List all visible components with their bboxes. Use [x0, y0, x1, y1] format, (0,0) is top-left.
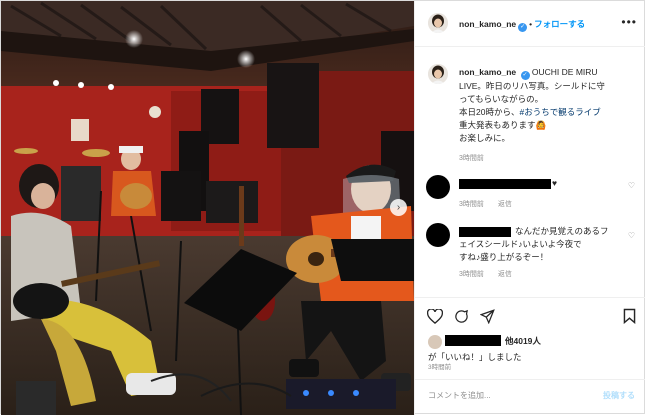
share-icon[interactable]	[477, 306, 497, 326]
comment-time: 3時間前	[459, 271, 484, 278]
caption-text: non_kamo_ne ✓ OUCHI DE MIRU LIVE。昨日のリハ写真…	[459, 66, 637, 145]
likes-count[interactable]: 他4019人	[505, 335, 541, 347]
comment-avatar[interactable]	[426, 175, 450, 199]
heart-icon[interactable]	[425, 306, 445, 326]
caption-line-5: 重大発表もあります	[459, 120, 536, 130]
emoji-icon: 🙆	[535, 120, 547, 130]
avatar[interactable]	[428, 13, 448, 33]
redacted-liker	[445, 335, 501, 346]
comment-box: コメントを追加... 投稿する	[415, 379, 645, 415]
comment-icon[interactable]	[451, 306, 471, 326]
caption-avatar-image	[428, 64, 448, 84]
hashtag-link[interactable]: #おうちで観るライブ	[519, 107, 600, 117]
liker-avatar[interactable]	[428, 335, 442, 349]
caption-line-1: OUCHI DE MIRU	[531, 67, 598, 77]
rehearsal-photo-illustration	[1, 1, 414, 415]
header-username[interactable]: non_kamo_ne	[459, 19, 516, 29]
comment-avatar[interactable]	[426, 223, 450, 247]
caption-username[interactable]: non_kamo_ne	[459, 67, 516, 77]
caption-line-4: 本日20時から、	[459, 107, 520, 117]
post-comment-button[interactable]: 投稿する	[603, 390, 635, 401]
post-header: non_kamo_ne ✓ • フォローする •••	[415, 1, 645, 47]
redacted-username	[459, 179, 551, 189]
post-side-panel: non_kamo_ne ✓ • フォローする ••• non_kamo_ne ✓ OU…	[414, 1, 645, 415]
header-line: non_kamo_ne ✓ • フォローする	[459, 18, 585, 32]
comment-line-1: なんだか見覚えのあるフ	[515, 226, 609, 236]
follow-button[interactable]: フォローする	[534, 19, 585, 29]
comment-text: ♥	[552, 178, 558, 188]
comment-text: なんだか見覚えのあるフ ェイスシールド♪いよいよ今夜で すね♪盛り上がるぞー！	[459, 225, 617, 264]
comment-row: なんだか見覚えのあるフ ェイスシールド♪いよいよ今夜で すね♪盛り上がるぞー！ …	[415, 219, 645, 297]
comment-meta: 3時間前 返信	[459, 199, 526, 209]
comment-input[interactable]: コメントを追加...	[428, 390, 491, 401]
instagram-post: › non_kamo_ne ✓ • フォローする ••• non_kamo_ne…	[0, 0, 645, 415]
caption-verified-icon: ✓	[520, 71, 530, 80]
post-time: 3時間前	[428, 364, 452, 371]
verified-badge-icon: ✓	[518, 23, 528, 32]
comment-line-3: すね♪盛り上がるぞー！	[459, 252, 549, 262]
caption-line-6: お楽しみに。	[459, 133, 511, 143]
caption-line-2: LIVE。昨日のリハ写真。シールドに守	[459, 81, 605, 91]
caption-avatar[interactable]	[428, 64, 448, 84]
comment-line-2: ェイスシールド♪いよいよ今夜で	[459, 239, 582, 249]
reply-button[interactable]: 返信	[498, 201, 512, 208]
comment-like-heart-icon[interactable]: ♡	[628, 181, 635, 190]
comment-like-heart-icon[interactable]: ♡	[628, 231, 635, 240]
comment-meta: 3時間前 返信	[459, 269, 526, 279]
header-separator: •	[529, 19, 533, 29]
avatar-image	[428, 13, 448, 33]
post-caption: non_kamo_ne ✓ OUCHI DE MIRU LIVE。昨日のリハ写真…	[415, 47, 645, 167]
reply-button[interactable]: 返信	[498, 271, 512, 278]
caption-line-3: ってもらいながらの。	[459, 94, 544, 104]
more-options-icon[interactable]: •••	[621, 15, 637, 29]
chevron-right-icon: ›	[396, 201, 401, 213]
post-photo[interactable]: ›	[1, 1, 414, 415]
caption-time: 3時間前	[459, 155, 484, 162]
bookmark-icon[interactable]	[619, 306, 639, 326]
comment-time: 3時間前	[459, 201, 484, 208]
next-photo-button[interactable]: ›	[390, 199, 407, 216]
comment-row: ♥ 3時間前 返信 ♡	[415, 169, 645, 217]
